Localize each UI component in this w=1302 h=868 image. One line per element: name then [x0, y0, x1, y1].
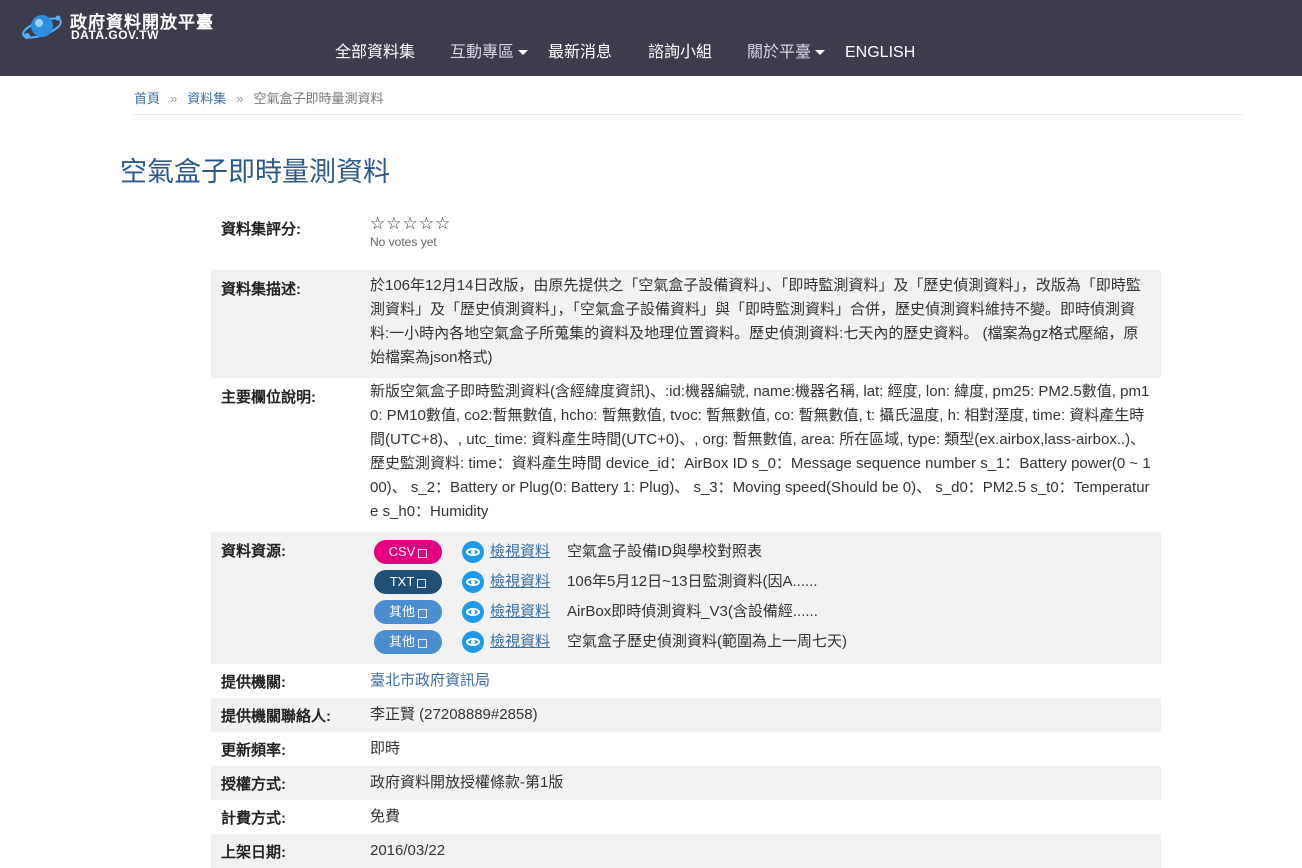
resource-item: TXT 檢視資料 106年5月12日~13日監測資料(因A...... — [370, 567, 1151, 597]
provider-label: 提供機關: — [221, 673, 286, 691]
eye-icon[interactable] — [462, 601, 484, 623]
chevron-down-icon — [815, 50, 826, 56]
chevron-down-icon — [518, 50, 529, 56]
breadcrumb-current: 空氣盒子即時量測資料 — [253, 91, 384, 106]
provider-row: 提供機關: 臺北市政府資訊局 — [211, 664, 1161, 698]
description-text: 於106年12月14日改版，由原先提供之「空氣盒子設備資料」、「即時監測資料」及… — [370, 277, 1141, 366]
resources-label: 資料資源: — [221, 543, 286, 560]
external-link-icon — [417, 578, 427, 588]
fields-label: 主要欄位說明: — [221, 389, 316, 406]
format-badge-other[interactable]: 其他 — [374, 600, 442, 624]
provider-link[interactable]: 臺北市政府資訊局 — [370, 672, 490, 689]
nav-english-label: ENGLISH — [845, 44, 916, 61]
resource-name: 空氣盒子設備ID與學校對照表 — [567, 543, 763, 560]
format-label: TXT — [389, 574, 415, 589]
fields-row: 主要欄位說明: 新版空氣盒子即時監測資料(含經緯度資訊)、:id:機器編號, n… — [211, 378, 1161, 532]
view-data-link[interactable]: 檢視資料 — [490, 630, 550, 654]
resource-name: 106年5月12日~13日監測資料(因A...... — [567, 573, 818, 590]
resource-name: AirBox即時偵測資料_V3(含設備經...... — [567, 603, 818, 620]
launch-value: 2016/03/22 — [370, 842, 446, 859]
nav-all-datasets-label: 全部資料集 — [335, 44, 416, 61]
dataset-info-table: 資料集評分: ☆☆☆☆☆ No votes yet 資料集描述: 於106年12… — [211, 208, 1161, 868]
nav-news-label: 最新消息 — [548, 44, 613, 61]
launch-row: 上架日期: 2016/03/22 — [211, 834, 1161, 868]
breadcrumb-separator: » — [236, 91, 244, 106]
resource-item: CSV 檢視資料 空氣盒子設備ID與學校對照表 — [370, 537, 1151, 567]
page-title: 空氣盒子即時量測資料 — [120, 157, 390, 187]
eye-icon[interactable] — [462, 541, 484, 563]
nav-english[interactable]: ENGLISH — [845, 42, 915, 64]
nav-advisory[interactable]: 諮詢小組 — [648, 42, 712, 64]
resources-list: CSV 檢視資料 空氣盒子設備ID與學校對照表 TXT 檢視資料 106年5月1… — [370, 532, 1151, 664]
eye-icon[interactable] — [462, 631, 484, 653]
format-label: CSV — [388, 544, 416, 559]
license-label: 授權方式: — [221, 775, 286, 793]
license-value: 政府資料開放授權條款-第1版 — [370, 774, 564, 791]
frequency-label: 更新頻率: — [221, 741, 286, 759]
format-badge-csv[interactable]: CSV — [374, 540, 442, 564]
fee-row: 計費方式: 免費 — [211, 800, 1161, 834]
resource-item: 其他 檢視資料 空氣盒子歷史偵測資料(範圍為上一周七天) — [370, 627, 1151, 657]
format-label: 其他 — [388, 634, 415, 649]
description-row: 資料集描述: 於106年12月14日改版，由原先提供之「空氣盒子設備資料」、「即… — [211, 270, 1161, 378]
view-data-link[interactable]: 檢視資料 — [490, 540, 550, 564]
rating-stars[interactable]: ☆☆☆☆☆ — [370, 214, 1151, 234]
nav-news[interactable]: 最新消息 — [548, 42, 612, 64]
breadcrumb-datasets[interactable]: 資料集 — [187, 91, 226, 106]
nav-about-label: 關於平臺 — [747, 44, 812, 61]
site-header: 政府資料開放平臺 DATA.GOV.TW 全部資料集 互動專區 最新消息 諮詢小… — [0, 0, 1302, 76]
breadcrumb-divider — [134, 114, 1242, 115]
contact-label: 提供機關聯絡人: — [221, 707, 331, 725]
external-link-icon — [418, 548, 428, 558]
breadcrumb-home[interactable]: 首頁 — [134, 91, 160, 106]
frequency-value: 即時 — [370, 740, 401, 757]
nav-interactive-label: 互動專區 — [450, 44, 515, 61]
license-row: 授權方式: 政府資料開放授權條款-第1版 — [211, 766, 1161, 800]
eye-icon[interactable] — [462, 571, 484, 593]
frequency-row: 更新頻率: 即時 — [211, 732, 1161, 766]
fields-text: 新版空氣盒子即時監測資料(含經緯度資訊)、:id:機器編號, name:機器名稱… — [370, 383, 1151, 520]
external-link-icon — [418, 638, 427, 648]
launch-label: 上架日期: — [221, 843, 286, 861]
view-data-link[interactable]: 檢視資料 — [490, 570, 550, 594]
site-url[interactable]: DATA.GOV.TW — [71, 28, 159, 42]
format-badge-txt[interactable]: TXT — [374, 570, 442, 594]
rating-row: 資料集評分: ☆☆☆☆☆ No votes yet — [211, 208, 1161, 270]
rating-label: 資料集評分: — [221, 221, 301, 238]
description-label: 資料集描述: — [221, 281, 301, 298]
resources-row: 資料資源: CSV 檢視資料 空氣盒子設備ID與學校對照表 TXT 檢視資料 1… — [211, 532, 1161, 664]
format-badge-other[interactable]: 其他 — [374, 630, 442, 654]
breadcrumb-separator: » — [170, 91, 178, 106]
breadcrumb: 首頁 » 資料集 » 空氣盒子即時量測資料 — [134, 88, 384, 107]
resource-name: 空氣盒子歷史偵測資料(範圍為上一周七天) — [567, 633, 848, 650]
contact-value: 李正賢 (27208889#2858) — [370, 706, 538, 723]
format-label: 其他 — [388, 604, 415, 619]
fee-label: 計費方式: — [221, 809, 286, 827]
nav-interactive[interactable]: 互動專區 — [450, 42, 529, 64]
fee-value: 免費 — [370, 808, 401, 825]
contact-row: 提供機關聯絡人: 李正賢 (27208889#2858) — [211, 698, 1161, 732]
nav-about[interactable]: 關於平臺 — [747, 42, 826, 64]
rating-votes: No votes yet — [370, 235, 437, 249]
external-link-icon — [418, 608, 427, 618]
view-data-link[interactable]: 檢視資料 — [490, 600, 550, 624]
nav-advisory-label: 諮詢小組 — [648, 44, 713, 61]
nav-all-datasets[interactable]: 全部資料集 — [335, 42, 415, 64]
resource-item: 其他 檢視資料 AirBox即時偵測資料_V3(含設備經...... — [370, 597, 1151, 627]
